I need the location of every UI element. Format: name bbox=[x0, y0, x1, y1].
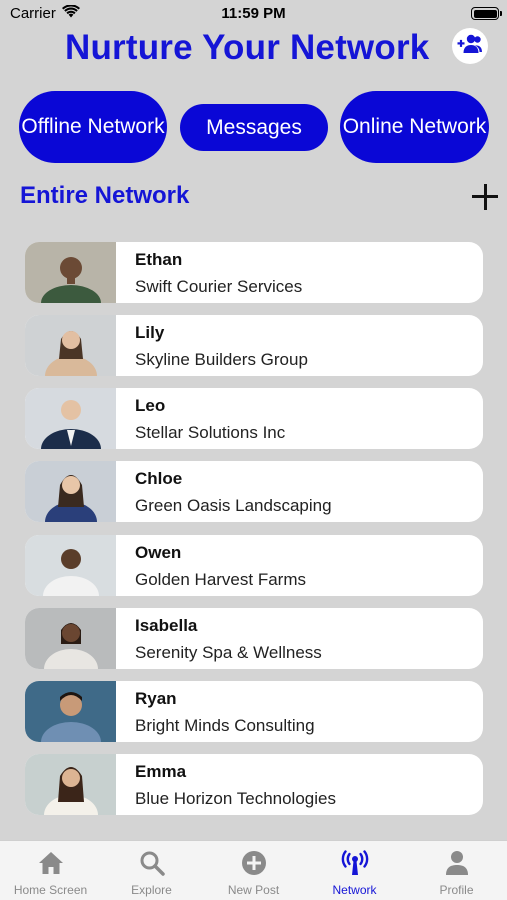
contact-card[interactable]: Lily Skyline Builders Group bbox=[25, 315, 483, 376]
antenna-icon bbox=[341, 849, 369, 877]
tab-network[interactable]: Network bbox=[304, 841, 405, 900]
tab-profile[interactable]: Profile bbox=[406, 841, 507, 900]
add-contact-button[interactable] bbox=[452, 28, 488, 64]
contact-name: Ethan bbox=[135, 250, 183, 269]
tab-label: Network bbox=[332, 883, 377, 897]
contact-company: Stellar Solutions Inc bbox=[135, 423, 286, 442]
tab-label: Profile bbox=[439, 883, 474, 897]
magnifier-icon bbox=[138, 849, 166, 877]
tab-offline-network[interactable]: Offline Network bbox=[19, 91, 167, 163]
contact-name: Emma bbox=[135, 762, 187, 781]
contact-name: Lily bbox=[135, 323, 165, 342]
plus-icon[interactable] bbox=[470, 182, 500, 212]
tab-bar: Home Screen Explore New Post Network Pro… bbox=[0, 840, 507, 900]
tab-label: New Post bbox=[227, 883, 280, 897]
tab-explore[interactable]: Explore bbox=[101, 841, 202, 900]
contact-card[interactable]: Leo Stellar Solutions Inc bbox=[25, 388, 483, 449]
contact-company: Swift Courier Services bbox=[135, 277, 303, 296]
contact-company: Skyline Builders Group bbox=[135, 350, 308, 369]
contact-card[interactable]: Chloe Green Oasis Landscaping bbox=[25, 461, 483, 522]
tab-label: Explore bbox=[131, 883, 172, 897]
person-icon bbox=[443, 849, 471, 877]
contact-card[interactable]: Ryan Bright Minds Consulting bbox=[25, 681, 483, 742]
contact-photo bbox=[25, 608, 116, 669]
contact-company: Serenity Spa & Wellness bbox=[135, 643, 322, 662]
page-title: Nurture Your Network bbox=[65, 28, 430, 67]
contact-name: Owen bbox=[135, 543, 182, 562]
contact-name: Leo bbox=[135, 396, 166, 415]
battery-icon bbox=[471, 7, 502, 20]
contact-card[interactable]: Owen Golden Harvest Farms bbox=[25, 535, 483, 596]
contact-company: Blue Horizon Technologies bbox=[135, 789, 336, 808]
contact-company: Golden Harvest Farms bbox=[135, 570, 306, 589]
status-time: 11:59 PM bbox=[221, 5, 286, 22]
contact-photo bbox=[25, 242, 116, 303]
contact-photo bbox=[25, 461, 116, 522]
contact-card[interactable]: Ethan Swift Courier Services bbox=[25, 242, 483, 303]
contact-name: Isabella bbox=[135, 616, 198, 635]
contact-name: Chloe bbox=[135, 469, 183, 488]
contact-company: Bright Minds Consulting bbox=[135, 716, 315, 735]
tab-messages[interactable]: Messages bbox=[180, 104, 328, 151]
house-icon bbox=[37, 849, 65, 877]
contact-photo bbox=[25, 388, 116, 449]
status-bar: Carrier 11:59 PM bbox=[0, 0, 507, 28]
contact-card[interactable]: Isabella Serenity Spa & Wellness bbox=[25, 608, 483, 669]
contact-photo bbox=[25, 681, 116, 742]
tab-label: Home Screen bbox=[13, 883, 88, 897]
contact-photo bbox=[25, 754, 116, 815]
section-title: Entire Network bbox=[20, 182, 190, 209]
plus-circle-icon bbox=[240, 849, 268, 877]
person-add-icon bbox=[457, 33, 483, 60]
contact-photo bbox=[25, 315, 116, 376]
tab-new-post[interactable]: New Post bbox=[203, 841, 304, 900]
tab-home-screen[interactable]: Home Screen bbox=[0, 841, 101, 900]
tab-online-network[interactable]: Online Network bbox=[340, 91, 489, 163]
contact-card[interactable]: Emma Blue Horizon Technologies bbox=[25, 754, 483, 815]
contact-photo bbox=[25, 535, 116, 596]
contact-name: Ryan bbox=[135, 689, 177, 708]
contact-company: Green Oasis Landscaping bbox=[135, 496, 332, 515]
